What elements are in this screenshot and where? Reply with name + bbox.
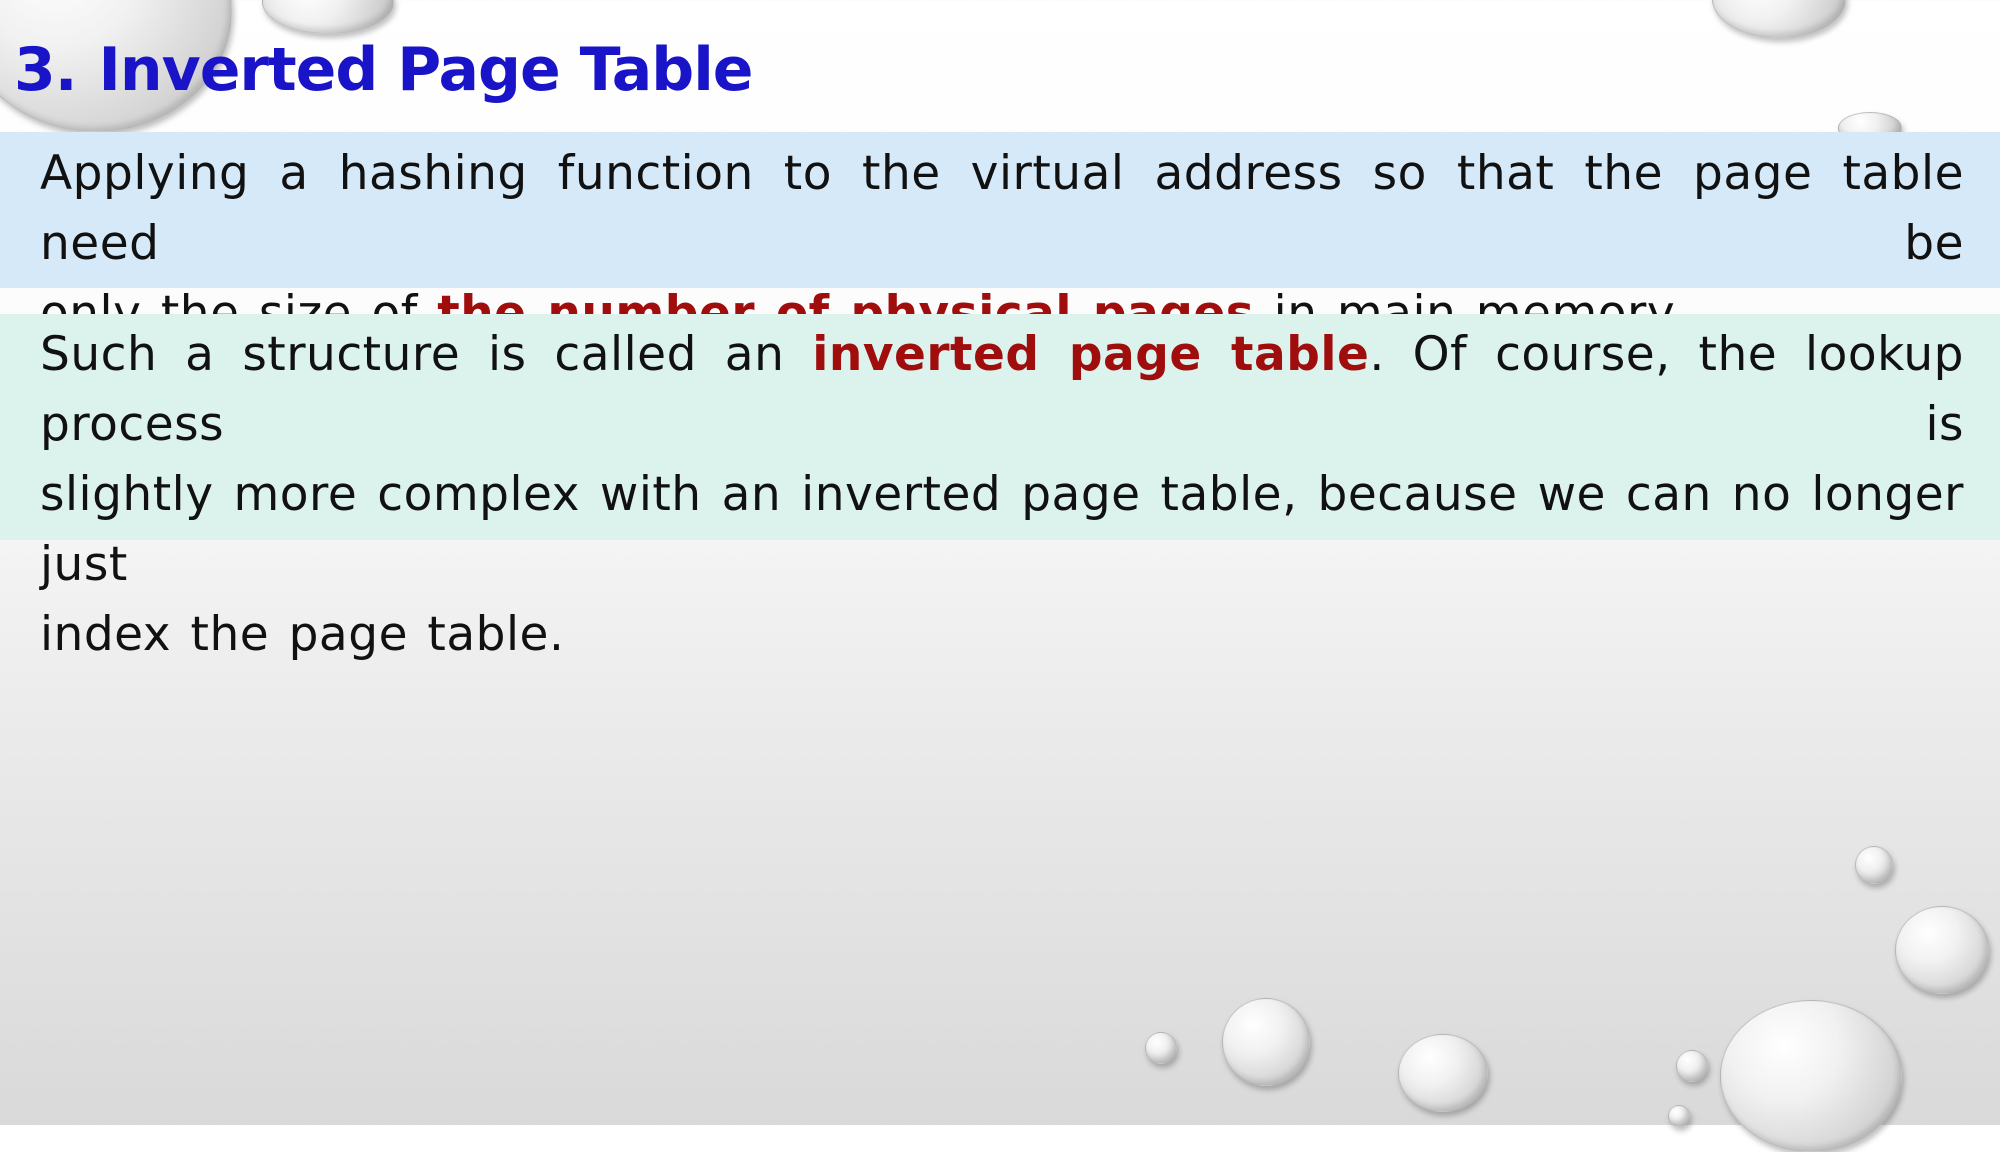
water-drop-decoration: [1855, 846, 1893, 884]
slide-title-text: Inverted Page Table: [98, 35, 754, 105]
explanation-line-1: Such a structure is called an inverted p…: [40, 320, 1964, 460]
water-drop-decoration: [1720, 1000, 1902, 1152]
slide-title: 3. Inverted Page Table: [14, 30, 754, 110]
water-drop-decoration: [1668, 1105, 1690, 1127]
water-drop-decoration: [1145, 1032, 1177, 1064]
water-drop-decoration: [1895, 906, 1989, 994]
water-drop-decoration: [1398, 1034, 1488, 1112]
explanation-line-3: index the page table.: [40, 607, 565, 662]
definition-line-1: Applying a hashing function to the virtu…: [40, 146, 1964, 271]
explanation-box: Such a structure is called an inverted p…: [0, 314, 2000, 662]
water-drop-decoration: [1222, 998, 1310, 1086]
highlight-inverted-page-table: inverted page table: [812, 327, 1370, 382]
definition-box: Applying a hashing function to the virtu…: [0, 132, 2000, 341]
water-drop-decoration: [1712, 0, 1846, 38]
water-drop-decoration: [262, 0, 394, 34]
slide-title-number: 3.: [14, 35, 78, 105]
water-drop-decoration: [1676, 1050, 1708, 1082]
explanation-line-2: slightly more complex with an inverted p…: [40, 467, 1964, 592]
explanation-text: Such a structure is called an: [40, 327, 813, 382]
